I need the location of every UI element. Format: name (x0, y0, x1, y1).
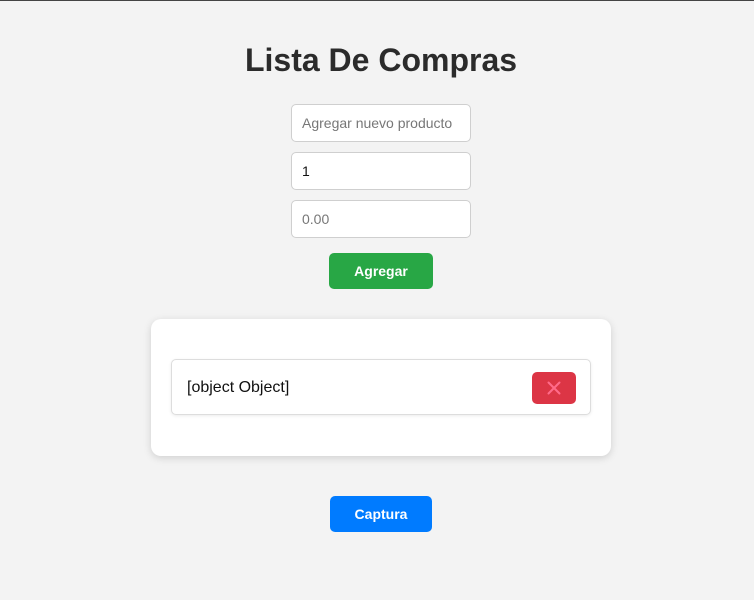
list-item-text: [object Object] (187, 379, 290, 396)
quantity-input[interactable] (291, 152, 471, 190)
shopping-list: [object Object] (151, 319, 611, 456)
top-border (0, 0, 754, 1)
close-icon (547, 381, 561, 395)
delete-button[interactable] (532, 372, 576, 404)
product-name-input[interactable] (291, 104, 471, 142)
list-item: [object Object] (171, 359, 591, 415)
page: Lista De Compras Agregar [object Object]… (0, 0, 754, 600)
page-title: Lista De Compras (244, 42, 518, 78)
capture-button[interactable]: Captura (330, 496, 432, 532)
price-input[interactable] (291, 200, 471, 238)
add-button[interactable]: Agregar (329, 253, 433, 289)
